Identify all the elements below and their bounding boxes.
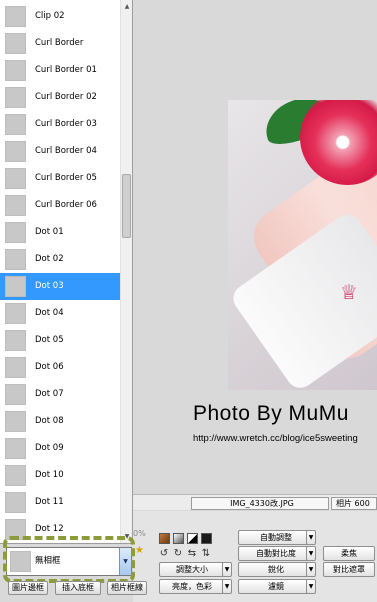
- sepia-swatch-icon[interactable]: [159, 533, 170, 544]
- frame-thumbnail: [5, 249, 26, 270]
- list-item[interactable]: Curl Border 02: [0, 84, 120, 111]
- list-item-label: Dot 01: [35, 227, 64, 237]
- frame-thumbnail: [5, 6, 26, 27]
- resize-button[interactable]: 調整大小: [159, 562, 225, 577]
- list-item[interactable]: Dot 09: [0, 435, 120, 462]
- frame-thumbnail: [5, 492, 26, 513]
- rotate-left-icon[interactable]: ↺: [158, 548, 170, 560]
- image-frame-button[interactable]: 圖片邊框: [8, 581, 48, 595]
- list-item[interactable]: Dot 05: [0, 327, 120, 354]
- list-item-label: Dot 03: [35, 281, 64, 291]
- list-item-label: Dot 09: [35, 443, 64, 453]
- auto-adjust-arrow-icon[interactable]: ▼: [306, 530, 316, 545]
- frame-thumbnail: [5, 465, 26, 486]
- frame-thumbnail: [5, 222, 26, 243]
- list-item-label: Curl Border 04: [35, 146, 97, 156]
- crown-emblem-icon: ♕: [340, 280, 358, 304]
- list-item[interactable]: Curl Border 04: [0, 138, 120, 165]
- toolbar: ↺ ↻ ⇆ ⇅ 自動調整 ▼ 自動對比度 ▼ 調整大小 ▼ 銳化 ▼ 亮度，色彩…: [133, 511, 377, 602]
- watermark-title: Photo By MuMu: [193, 402, 349, 425]
- photo-frame-button[interactable]: 相片框線: [107, 581, 147, 595]
- frame-thumbnail: [5, 87, 26, 108]
- list-item[interactable]: Clip 02: [0, 3, 120, 30]
- list-item-label: Curl Border 06: [35, 200, 97, 210]
- invert-swatch-icon[interactable]: [201, 533, 212, 544]
- scrollbar-thumb[interactable]: [122, 174, 131, 238]
- filter-button[interactable]: 濾鏡: [238, 579, 314, 594]
- frame-thumbnail: [5, 303, 26, 324]
- list-item[interactable]: Curl Border: [0, 30, 120, 57]
- frame-thumbnail: [5, 330, 26, 351]
- frame-thumbnail: [5, 60, 26, 81]
- frame-thumbnail: [5, 411, 26, 432]
- list-item-label: Curl Border 01: [35, 65, 97, 75]
- list-item-label: Dot 08: [35, 416, 64, 426]
- info-bar: IMG_4330改.JPG 相片 600: [133, 494, 377, 510]
- percent-indicator: 0%: [133, 529, 146, 538]
- list-item-label: Dot 04: [35, 308, 64, 318]
- list-item[interactable]: Dot 07: [0, 381, 120, 408]
- list-item[interactable]: Curl Border 03: [0, 111, 120, 138]
- list-scrollbar[interactable]: ▲ ▼: [120, 0, 132, 543]
- rotate-right-icon[interactable]: ↻: [172, 548, 184, 560]
- frame-thumbnail: [5, 141, 26, 162]
- frame-dropdown-list[interactable]: Clip 02 Curl Border Curl Border 01 Curl Bor…: [0, 0, 133, 544]
- insert-text-button[interactable]: 插入底框: [55, 581, 101, 595]
- frame-thumbnail: [5, 276, 26, 297]
- auto-contrast-button[interactable]: 自動對比度: [238, 546, 314, 561]
- auto-contrast-arrow-icon[interactable]: ▼: [306, 546, 316, 561]
- list-item-label: Clip 02: [35, 11, 65, 21]
- frame-thumbnail: [5, 357, 26, 378]
- list-item[interactable]: Dot 04: [0, 300, 120, 327]
- list-item[interactable]: Dot 02: [0, 246, 120, 273]
- frame-thumbnail: [5, 33, 26, 54]
- sharpen-arrow-icon[interactable]: ▼: [306, 562, 316, 577]
- frame-thumbnail: [5, 438, 26, 459]
- list-item-label: Dot 07: [35, 389, 64, 399]
- favorite-star-icon[interactable]: ★: [135, 545, 144, 556]
- list-item[interactable]: Dot 06: [0, 354, 120, 381]
- filter-arrow-icon[interactable]: ▼: [306, 579, 316, 594]
- brightness-color-arrow-icon[interactable]: ▼: [222, 579, 232, 594]
- watermark-url: http://www.wretch.cc/blog/ice5sweeting: [193, 433, 358, 444]
- brightness-color-button[interactable]: 亮度，色彩: [159, 579, 225, 594]
- list-item-label: Dot 11: [35, 497, 64, 507]
- soft-focus-button[interactable]: 柔焦: [323, 546, 375, 561]
- flip-icon[interactable]: ⇆: [186, 548, 198, 560]
- list-item-label: Curl Border 05: [35, 173, 97, 183]
- frame-thumbnail: [5, 384, 26, 405]
- flower-shape: [300, 100, 377, 185]
- list-item-label: Curl Border 02: [35, 92, 97, 102]
- list-item[interactable]: Dot 03: [0, 273, 120, 300]
- highlight-annotation: [3, 536, 135, 583]
- list-item-label: Curl Border: [35, 38, 84, 48]
- scroll-up-arrow-icon[interactable]: ▲: [121, 1, 132, 13]
- list-item-label: Dot 06: [35, 362, 64, 372]
- contrast-mask-button[interactable]: 對比遮罩: [323, 562, 375, 577]
- list-item-label: Curl Border 03: [35, 119, 97, 129]
- list-item-label: Dot 02: [35, 254, 64, 264]
- frame-thumbnail: [5, 114, 26, 135]
- sharpen-button[interactable]: 銳化: [238, 562, 314, 577]
- list-item[interactable]: Curl Border 06: [0, 192, 120, 219]
- auto-adjust-button[interactable]: 自動調整: [238, 530, 314, 545]
- list-item-label: Dot 10: [35, 470, 64, 480]
- grayscale-swatch-icon[interactable]: [173, 533, 184, 544]
- frame-thumbnail: [5, 195, 26, 216]
- black-white-swatch-icon[interactable]: [187, 533, 198, 544]
- list-item[interactable]: Dot 01: [0, 219, 120, 246]
- resize-arrow-icon[interactable]: ▼: [222, 562, 232, 577]
- frame-thumbnail: [5, 168, 26, 189]
- photo-preview: ♕: [228, 100, 377, 390]
- list-item[interactable]: Curl Border 05: [0, 165, 120, 192]
- list-item[interactable]: Curl Border 01: [0, 57, 120, 84]
- size-field: 相片 600: [331, 497, 377, 510]
- mirror-icon[interactable]: ⇅: [200, 548, 212, 560]
- list-item-label: Dot 05: [35, 335, 64, 345]
- filename-field: IMG_4330改.JPG: [191, 497, 329, 510]
- list-item[interactable]: Dot 08: [0, 408, 120, 435]
- list-item[interactable]: Dot 11: [0, 489, 120, 516]
- list-item[interactable]: Dot 10: [0, 462, 120, 489]
